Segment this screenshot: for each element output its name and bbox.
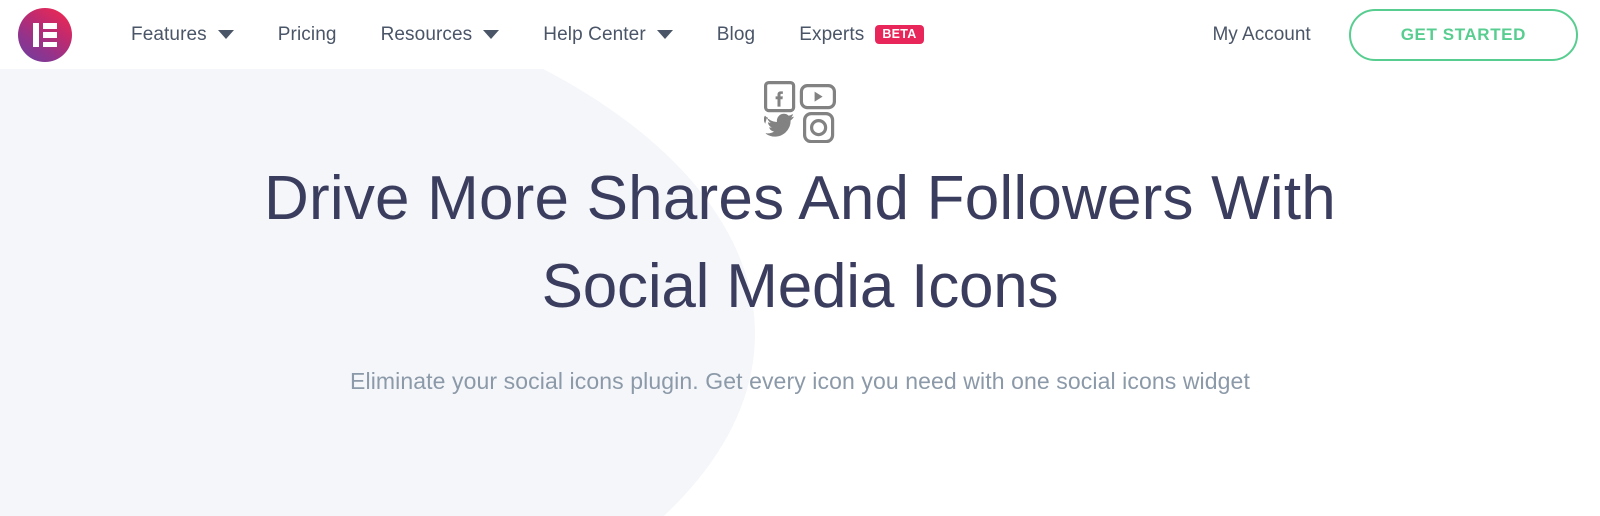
site-header: Features Pricing Resources Help Center B…: [0, 0, 1600, 69]
nav-item-features[interactable]: Features: [131, 0, 234, 69]
my-account-link[interactable]: My Account: [1212, 24, 1310, 46]
hero-content: Drive More Shares And Followers With Soc…: [0, 69, 1600, 516]
headline-line-2: Social Media Icons: [541, 252, 1059, 321]
instagram-icon: [803, 112, 835, 143]
nav-label-features: Features: [131, 23, 207, 45]
facebook-icon: [764, 81, 796, 113]
get-started-button[interactable]: GET STARTED: [1348, 8, 1578, 61]
nav-item-experts[interactable]: Experts BETA: [799, 0, 924, 69]
elementor-logo[interactable]: [18, 8, 72, 62]
social-icons-cluster: [764, 81, 836, 143]
hero-headline: Drive More Shares And Followers With Soc…: [264, 168, 1336, 318]
elementor-logo-mark: [33, 23, 57, 47]
chevron-down-icon: [217, 30, 234, 39]
logo-bar-top: [43, 23, 57, 29]
nav-item-resources[interactable]: Resources: [381, 0, 500, 69]
nav-label-resources: Resources: [380, 23, 473, 45]
page-root: Features Pricing Resources Help Center B…: [0, 0, 1600, 516]
nav-item-pricing[interactable]: Pricing: [278, 0, 337, 69]
nav-item-help-center[interactable]: Help Center: [543, 0, 673, 69]
headline-line-1: Drive More Shares And Followers With: [264, 164, 1336, 233]
chevron-down-icon: [656, 30, 673, 39]
logo-bar-middle: [43, 32, 57, 38]
twitter-icon: [764, 113, 794, 137]
nav-label-blog: Blog: [716, 23, 756, 45]
nav-label-experts: Experts: [799, 23, 865, 45]
nav-label-pricing: Pricing: [277, 23, 337, 45]
hero-subtitle: Eliminate your social icons plugin. Get …: [350, 368, 1250, 394]
header-actions: My Account GET STARTED: [1212, 0, 1578, 69]
nav-label-help-center: Help Center: [543, 23, 646, 45]
hero-section: Drive More Shares And Followers With Soc…: [0, 69, 1600, 516]
beta-badge: BETA: [875, 25, 924, 44]
primary-navigation: Features Pricing Resources Help Center B…: [131, 0, 924, 69]
chevron-down-icon: [483, 30, 500, 39]
logo-bar-bottom: [43, 41, 57, 47]
logo-bar-vertical: [33, 23, 39, 47]
nav-item-blog[interactable]: Blog: [717, 0, 755, 69]
youtube-icon: [799, 84, 836, 110]
